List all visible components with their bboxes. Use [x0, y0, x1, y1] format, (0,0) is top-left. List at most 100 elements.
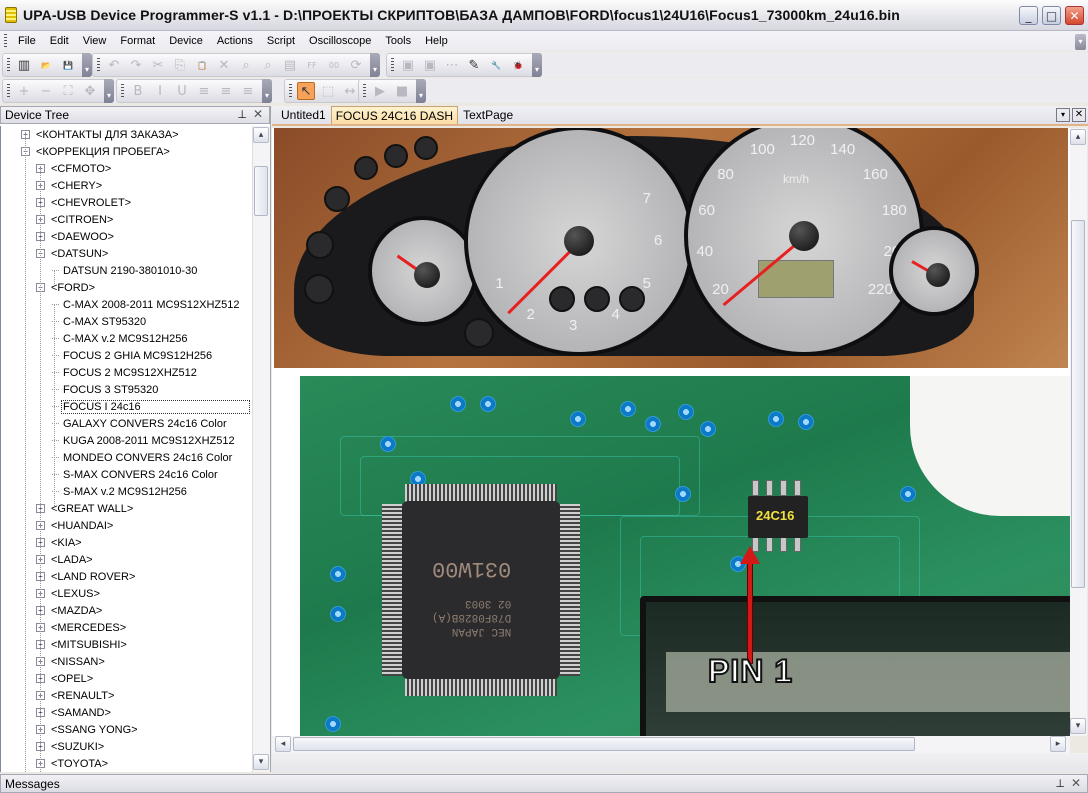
undo-icon[interactable]: ↶ [105, 56, 123, 74]
scroll-up-button[interactable]: ▴ [1070, 129, 1086, 145]
pin-icon[interactable]: ⊥ [237, 108, 247, 121]
write-icon[interactable]: ▣ [421, 56, 439, 74]
tree-node[interactable]: + <КОНТАКТЫ ДЛЯ ЗАКАЗА> [21, 126, 180, 143]
tree-node[interactable]: C-MAX v.2 MC9S12H256 [52, 330, 189, 347]
tree-node[interactable]: − <FORD> [36, 279, 96, 296]
delete-icon[interactable]: ✕ [215, 56, 233, 74]
scroll-down-button[interactable]: ▾ [1070, 718, 1086, 734]
close-icon[interactable]: ✕ [1071, 776, 1081, 790]
open-folder-icon[interactable]: 📂 [37, 56, 55, 74]
menu-edit[interactable]: Edit [43, 35, 76, 47]
erase-icon[interactable]: ✎ [465, 56, 483, 74]
refresh-icon[interactable]: ⟳ [347, 56, 365, 74]
tree-node[interactable]: S-MAX CONVERS 24c16 Color [52, 466, 219, 483]
close-icon[interactable]: ✕ [253, 107, 263, 121]
toolbar-grip[interactable] [363, 84, 366, 98]
menu-overflow-chevron-icon[interactable]: ▾ [1075, 34, 1086, 50]
fit-icon[interactable]: ⛶ [59, 82, 77, 100]
tab-close-icon[interactable]: ✕ [1072, 108, 1086, 122]
tree-node[interactable]: + <LEXUS> [36, 585, 101, 602]
toolbar-grip[interactable] [97, 58, 100, 72]
tree-node[interactable]: MONDEO CONVERS 24c16 Color [52, 449, 233, 466]
scroll-thumb[interactable] [1071, 220, 1085, 588]
cut-icon[interactable]: ✂ [149, 56, 167, 74]
underline-icon[interactable]: U [173, 82, 191, 100]
read-icon[interactable]: ▣ [399, 56, 417, 74]
tree-node[interactable]: + <LAND ROVER> [36, 568, 136, 585]
tree-node[interactable]: + <TOYOTA> [36, 755, 109, 772]
save-icon[interactable]: 💾 [59, 56, 77, 74]
menu-device[interactable]: Device [162, 35, 210, 47]
toolbar-grip[interactable] [391, 58, 394, 72]
scroll-up-button[interactable]: ▴ [253, 127, 269, 143]
tree-node[interactable]: + <LADA> [36, 551, 94, 568]
close-button[interactable]: ✕ [1065, 6, 1084, 25]
italic-icon[interactable]: I [151, 82, 169, 100]
pointer-icon[interactable]: ↖ [297, 82, 315, 100]
tree-node[interactable]: FOCUS 2 MC9S12XHZ512 [52, 364, 198, 381]
pan-icon[interactable]: ✥ [81, 82, 99, 100]
align-left-icon[interactable]: ≡ [195, 82, 213, 100]
tree-node[interactable]: + <MAZDA> [36, 602, 103, 619]
fill-ff-icon[interactable]: FF [303, 56, 321, 74]
menu-oscilloscope[interactable]: Oscilloscope [302, 35, 378, 47]
scroll-thumb[interactable] [254, 166, 268, 216]
tree-node[interactable]: + <KIA> [36, 534, 83, 551]
tab-untited1[interactable]: Untited1 [276, 106, 331, 124]
toolbar-overflow-chevron-icon[interactable]: ▾ [370, 53, 380, 77]
tree-node[interactable]: + <MERCEDES> [36, 619, 127, 636]
toolbar-overflow-chevron-icon[interactable]: ▾ [104, 79, 114, 103]
find-icon[interactable]: ⌕ [237, 56, 255, 74]
document-horizontal-scrollbar[interactable]: ◂ ▸ [272, 736, 1070, 753]
tree-node[interactable]: S-MAX v.2 MC9S12H256 [52, 483, 188, 500]
play-icon[interactable]: ▶ [371, 82, 389, 100]
fill-00-icon[interactable]: 00 [325, 56, 343, 74]
toolbar-grip[interactable] [7, 84, 10, 98]
toolbar-grip[interactable] [289, 84, 292, 98]
tree-node[interactable]: FOCUS 3 ST95320 [52, 381, 159, 398]
scroll-right-button[interactable]: ▸ [1050, 736, 1066, 752]
menu-format[interactable]: Format [113, 35, 162, 47]
minimize-button[interactable]: _ [1019, 6, 1038, 25]
tree-node[interactable]: + <NISSAN> [36, 653, 106, 670]
replace-icon[interactable]: ⌕ [259, 56, 277, 74]
toolbar-overflow-chevron-icon[interactable]: ▾ [262, 79, 272, 103]
tree-node[interactable]: − <DATSUN> [36, 245, 109, 262]
tree-node[interactable]: GALAXY CONVERS 24c16 Color [52, 415, 228, 432]
toolbar-grip[interactable] [121, 84, 124, 98]
tree-node[interactable]: C-MAX 2008-2011 MC9S12XHZ512 [52, 296, 241, 313]
tab-list-dropdown-icon[interactable]: ▾ [1056, 108, 1070, 122]
tree-node[interactable]: + <CHEVROLET> [36, 194, 132, 211]
maximize-button[interactable]: □ [1042, 6, 1061, 25]
tree-node[interactable]: + <SUZUKI> [36, 738, 105, 755]
measure-icon[interactable]: ↔ [341, 82, 359, 100]
zoom-out-icon[interactable]: − [37, 82, 55, 100]
tree-node[interactable]: + <RENAULT> [36, 687, 115, 704]
menu-tools[interactable]: Tools [378, 35, 418, 47]
pin-icon[interactable]: ⊥ [1055, 777, 1065, 790]
fill-icon[interactable]: ▤ [281, 56, 299, 74]
tab-focus-24c16-dash[interactable]: FOCUS 24C16 DASH [330, 106, 459, 124]
scroll-thumb[interactable] [293, 737, 915, 751]
paste-icon[interactable]: 📋 [193, 56, 211, 74]
zoom-in-icon[interactable]: + [15, 82, 33, 100]
tree-node[interactable]: FOCUS I 24c16 [52, 398, 250, 415]
scroll-left-button[interactable]: ◂ [275, 736, 291, 752]
tools-icon[interactable]: 🔧 [487, 56, 505, 74]
tree-node[interactable]: + <HUANDAI> [36, 517, 114, 534]
toolbar-overflow-chevron-icon[interactable]: ▾ [532, 53, 542, 77]
tree-node[interactable]: + <SAMAND> [36, 704, 112, 721]
stop-icon[interactable]: ■ [393, 82, 411, 100]
toolbar-overflow-chevron-icon[interactable]: ▾ [82, 53, 92, 77]
align-center-icon[interactable]: ≡ [217, 82, 235, 100]
tree-node[interactable]: C-MAX ST95320 [52, 313, 147, 330]
messages-panel-header[interactable]: Messages ⊥ ✕ [0, 774, 1088, 793]
menu-grip[interactable] [4, 34, 7, 48]
device-tree-scrollbar[interactable]: ▴ ▾ [252, 126, 270, 772]
menu-file[interactable]: File [11, 35, 43, 47]
tree-node[interactable]: + <DAEWOO> [36, 228, 115, 245]
new-device-icon[interactable]: ▥ [15, 56, 33, 74]
debug-bug-icon[interactable]: 🐞 [509, 56, 527, 74]
tree-node[interactable]: − <КОРРЕКЦИЯ ПРОБЕГА> [21, 143, 171, 160]
document-vertical-scrollbar[interactable]: ▴ ▾ [1070, 128, 1087, 736]
